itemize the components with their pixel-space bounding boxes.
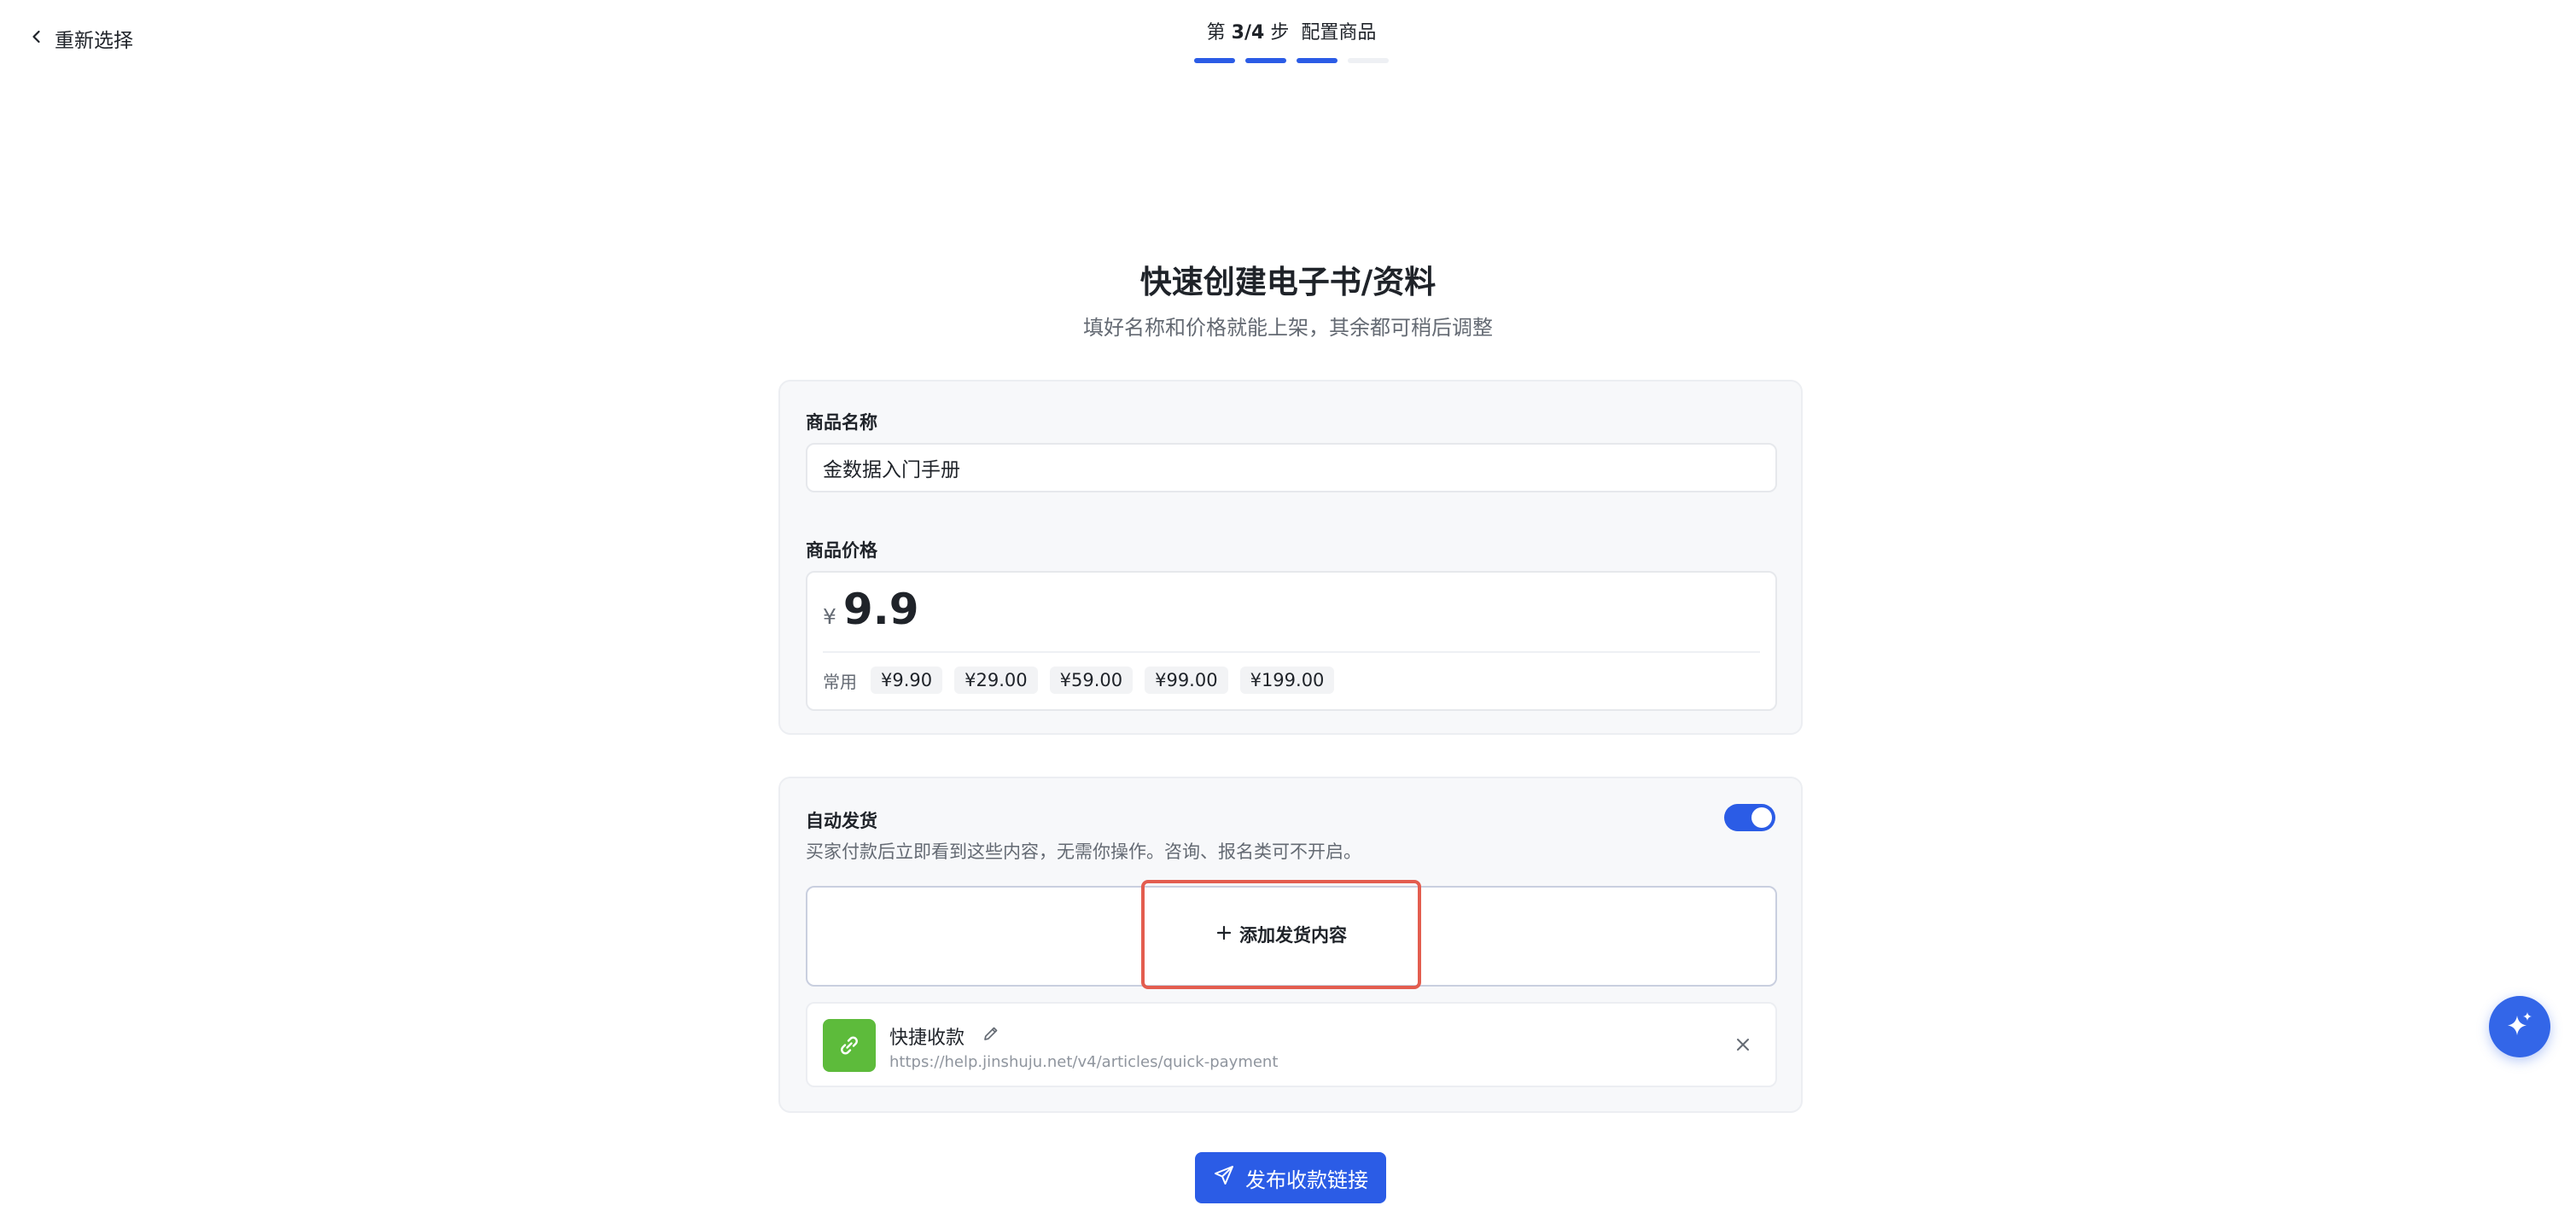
- step-progress-bars: [1194, 58, 1389, 63]
- common-prices: 常用 ¥9.90 ¥29.00 ¥59.00 ¥99.00 ¥199.00: [823, 667, 1335, 694]
- price-row: ¥ 9.9: [823, 585, 918, 634]
- ai-assistant-button[interactable]: [2489, 996, 2550, 1057]
- delivery-item-url: https://help.jinshuju.net/v4/articles/qu…: [889, 1053, 1279, 1071]
- price-chip[interactable]: ¥59.00: [1049, 667, 1134, 694]
- product-basic-card: 商品名称 商品价格 ¥ 9.9 常用 ¥9.90 ¥29.00 ¥59.00 ¥…: [778, 380, 1803, 735]
- step-text: 第 3/4 步配置商品: [1207, 17, 1377, 44]
- delivery-item: 快捷收款 https://help.jinshuju.net/v4/articl…: [806, 1002, 1777, 1087]
- chevron-left-icon: [29, 27, 44, 49]
- price-input-box[interactable]: ¥ 9.9 常用 ¥9.90 ¥29.00 ¥59.00 ¥99.00 ¥199…: [806, 571, 1777, 711]
- back-label: 重新选择: [55, 30, 133, 52]
- close-icon[interactable]: [1734, 1036, 1751, 1053]
- common-prices-label: 常用: [823, 671, 857, 692]
- add-delivery-content-button[interactable]: 添加发货内容: [1141, 880, 1421, 989]
- step-bar-complete: [1194, 58, 1235, 63]
- product-price-label: 商品价格: [806, 540, 877, 561]
- price-chip[interactable]: ¥99.00: [1145, 667, 1228, 694]
- auto-delivery-title: 自动发货: [806, 811, 877, 831]
- price-chip[interactable]: ¥199.00: [1239, 667, 1335, 694]
- product-name-label: 商品名称: [806, 412, 877, 433]
- pencil-icon[interactable]: [982, 1024, 1000, 1043]
- price-divider: [823, 651, 1760, 653]
- back-button[interactable]: 重新选择: [29, 24, 133, 53]
- currency-symbol: ¥: [823, 604, 836, 629]
- send-icon: [1213, 1164, 1235, 1191]
- product-name-input[interactable]: [806, 443, 1777, 492]
- step-current: 3/4: [1231, 22, 1265, 44]
- page: 重新选择 第 3/4 步配置商品 快速创建电子书/资料 填好名称和价格就能上架，…: [0, 0, 2576, 1217]
- plus-icon: [1215, 924, 1233, 946]
- step-bar-complete: [1245, 58, 1286, 63]
- delivery-item-title: 快捷收款: [889, 1028, 965, 1049]
- step-indicator: 第 3/4 步配置商品: [1193, 17, 1390, 63]
- step-name: 配置商品: [1301, 22, 1377, 44]
- step-prefix: 第: [1206, 22, 1226, 44]
- auto-delivery-toggle[interactable]: [1724, 804, 1775, 831]
- step-bar-pending: [1348, 58, 1389, 63]
- publish-link-button[interactable]: 发布收款链接: [1195, 1152, 1386, 1203]
- sparkle-icon: [2503, 1009, 2536, 1045]
- link-icon: [823, 1019, 876, 1072]
- price-chip[interactable]: ¥9.90: [871, 667, 943, 694]
- page-title: 快速创建电子书/资料: [1139, 264, 1437, 300]
- step-bar-complete: [1297, 58, 1338, 63]
- publish-link-label: 发布收款链接: [1245, 1168, 1368, 1192]
- auto-delivery-description: 买家付款后立即看到这些内容，无需你操作。咨询、报名类可不开启。: [806, 841, 1361, 862]
- add-delivery-content-label: 添加发货内容: [1239, 925, 1347, 946]
- price-chip[interactable]: ¥29.00: [954, 667, 1038, 694]
- page-subtitle: 填好名称和价格就能上架，其余都可稍后调整: [1083, 316, 1493, 340]
- price-value[interactable]: 9.9: [843, 585, 919, 634]
- step-suffix: 步: [1270, 22, 1290, 44]
